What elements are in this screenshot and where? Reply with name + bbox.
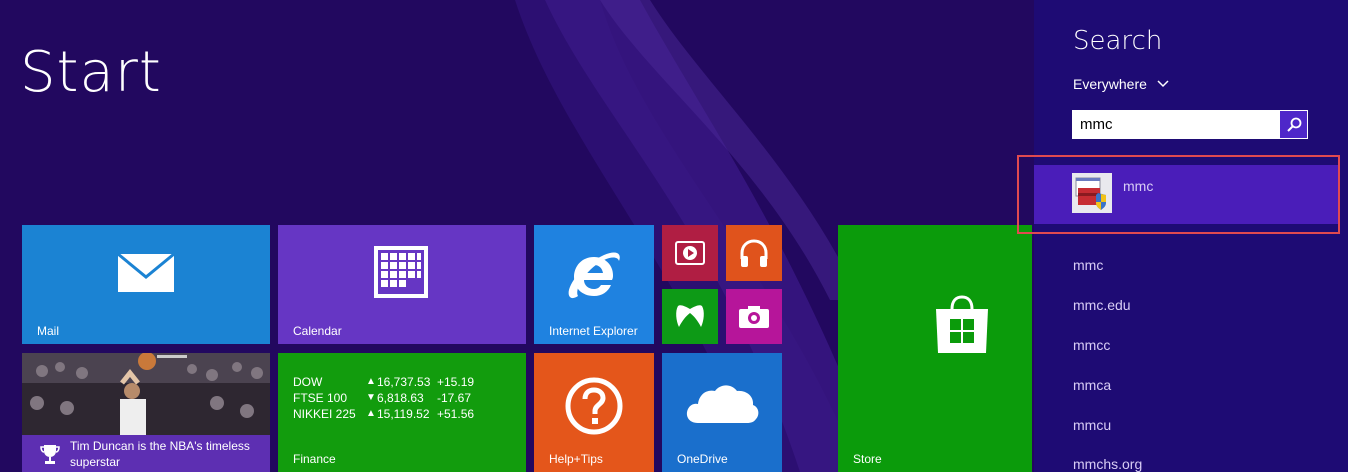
search-scope-dropdown[interactable]: Everywhere bbox=[1073, 76, 1169, 92]
xbox-games-icon bbox=[676, 305, 704, 327]
ticker-change: -17.67 bbox=[437, 391, 472, 405]
ticker-name: FTSE 100 bbox=[293, 391, 348, 405]
internet-explorer-label: Internet Explorer bbox=[549, 324, 638, 338]
start-title: Start bbox=[20, 40, 162, 105]
onedrive-cloud-icon bbox=[686, 385, 759, 423]
search-suggestion[interactable]: mmc bbox=[1073, 257, 1103, 273]
mail-icon bbox=[117, 253, 175, 292]
search-suggestion[interactable]: mmc.edu bbox=[1073, 297, 1131, 313]
finance-label: Finance bbox=[293, 452, 336, 466]
search-box bbox=[1072, 110, 1308, 139]
mail-label: Mail bbox=[37, 324, 60, 338]
ticker-value: 16,737.53 bbox=[377, 375, 431, 389]
camera-icon bbox=[739, 306, 769, 328]
ticker-row: DOW ▲ 16,737.53 +15.19 bbox=[293, 374, 474, 390]
ticker-up-arrow-icon: ▲ bbox=[366, 408, 376, 419]
ticker-value: 6,818.63 bbox=[377, 391, 424, 405]
search-scope-label: Everywhere bbox=[1073, 76, 1147, 92]
chevron-down-icon bbox=[1157, 80, 1169, 88]
help-tips-label: Help+Tips bbox=[549, 452, 603, 466]
store-bag-icon bbox=[936, 295, 988, 353]
search-input[interactable] bbox=[1072, 110, 1279, 139]
music-tile[interactable] bbox=[726, 225, 782, 281]
ticker-name: NIKKEI 225 bbox=[293, 407, 356, 421]
headphones-icon bbox=[740, 239, 768, 267]
ticker-up-arrow-icon: ▲ bbox=[366, 376, 376, 387]
internet-explorer-icon bbox=[568, 252, 620, 299]
help-tips-tile[interactable]: Help+Tips bbox=[534, 353, 654, 472]
calendar-icon bbox=[374, 246, 428, 298]
search-suggestion[interactable]: mmchs.org bbox=[1073, 456, 1142, 472]
calendar-tile[interactable]: Calendar bbox=[278, 225, 526, 344]
search-button[interactable] bbox=[1279, 110, 1308, 139]
search-icon bbox=[1286, 117, 1301, 132]
ticker-name: DOW bbox=[293, 375, 323, 389]
ticker-change: +15.19 bbox=[437, 375, 475, 389]
finance-tile[interactable]: DOW ▲ 16,737.53 +15.19 FTSE 100 ▼ 6,818.… bbox=[278, 353, 526, 472]
help-question-icon bbox=[565, 377, 623, 435]
search-suggestion[interactable]: mmcu bbox=[1073, 417, 1111, 433]
calendar-label: Calendar bbox=[293, 324, 342, 338]
result-highlight-outline bbox=[1017, 155, 1340, 234]
ticker-value: 15,119.52 bbox=[377, 407, 430, 421]
sports-caption-bar: Tim Duncan is the NBA's timeless superst… bbox=[22, 435, 270, 472]
mail-tile[interactable]: Mail bbox=[22, 225, 270, 344]
sports-caption: Tim Duncan is the NBA's timeless superst… bbox=[70, 439, 250, 469]
store-label: Store bbox=[853, 452, 882, 466]
ticker-change: +51.56 bbox=[437, 407, 475, 421]
video-icon bbox=[675, 241, 705, 265]
onedrive-tile[interactable]: OneDrive bbox=[662, 353, 782, 472]
store-tile[interactable]: Store bbox=[838, 225, 1032, 472]
ticker-row: NIKKEI 225 ▲ 15,119.52 +51.56 bbox=[293, 406, 474, 422]
games-tile[interactable] bbox=[662, 289, 718, 344]
search-suggestion[interactable]: mmcc bbox=[1073, 337, 1110, 353]
search-suggestion[interactable]: mmca bbox=[1073, 377, 1111, 393]
finance-ticker: DOW ▲ 16,737.53 +15.19 FTSE 100 ▼ 6,818.… bbox=[293, 374, 474, 422]
onedrive-label: OneDrive bbox=[677, 452, 728, 466]
ticker-row: FTSE 100 ▼ 6,818.63 -17.67 bbox=[293, 390, 474, 406]
search-pane: Search Everywhere mmc mmc mmc.edu mmcc m… bbox=[1034, 0, 1348, 472]
internet-explorer-tile[interactable]: Internet Explorer bbox=[534, 225, 654, 344]
sports-tile[interactable]: Tim Duncan is the NBA's timeless superst… bbox=[22, 353, 270, 472]
camera-tile[interactable] bbox=[726, 289, 782, 344]
ticker-down-arrow-icon: ▼ bbox=[366, 392, 376, 403]
video-tile[interactable] bbox=[662, 225, 718, 281]
search-title: Search bbox=[1073, 26, 1163, 56]
trophy-icon bbox=[40, 445, 60, 464]
